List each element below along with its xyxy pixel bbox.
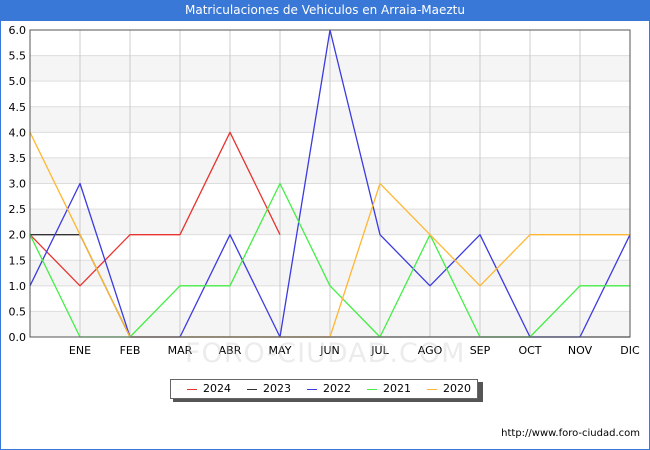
legend: 2024 2023 2022 2021 2020 <box>170 379 478 399</box>
legend-swatch <box>187 389 197 390</box>
x-tick-label: ENE <box>69 344 91 357</box>
y-tick-label: 2.0 <box>9 229 27 242</box>
legend-label: 2021 <box>383 382 411 395</box>
y-tick-label: 4.5 <box>9 101 27 114</box>
x-tick-label: DIC <box>620 344 640 357</box>
y-tick-label: 1.0 <box>9 280 27 293</box>
y-tick-label: 2.5 <box>9 203 27 216</box>
x-tick-label: OCT <box>518 344 541 357</box>
y-tick-label: 3.5 <box>9 152 27 165</box>
legend-label: 2020 <box>443 382 471 395</box>
y-tick-label: 4.0 <box>9 126 27 139</box>
y-tick-label: 0.0 <box>9 331 27 344</box>
x-tick-label: SEP <box>470 344 491 357</box>
y-tick-label: 0.5 <box>9 305 27 318</box>
y-tick-label: 3.0 <box>9 178 27 191</box>
legend-swatch <box>427 389 437 390</box>
y-tick-label: 5.5 <box>9 50 27 63</box>
legend-label: 2024 <box>203 382 231 395</box>
source-url: http://www.foro-ciudad.com <box>501 428 640 439</box>
legend-swatch <box>367 389 377 390</box>
legend-swatch <box>307 389 317 390</box>
legend-label: 2022 <box>323 382 351 395</box>
y-axis-ticks: 0.0 0.5 1.0 1.5 2.0 2.5 3.0 3.5 4.0 4.5 5.0 5.5 6.0 <box>9 24 27 344</box>
x-tick-label: NOV <box>568 344 593 357</box>
y-tick-label: 5.0 <box>9 75 27 88</box>
watermark: FORO-CIUDAD.COM <box>185 338 466 369</box>
legend-swatch <box>247 389 257 390</box>
x-tick-label: FEB <box>120 344 141 357</box>
legend-label: 2023 <box>263 382 291 395</box>
y-tick-label: 6.0 <box>9 24 27 37</box>
y-tick-label: 1.5 <box>9 254 27 267</box>
